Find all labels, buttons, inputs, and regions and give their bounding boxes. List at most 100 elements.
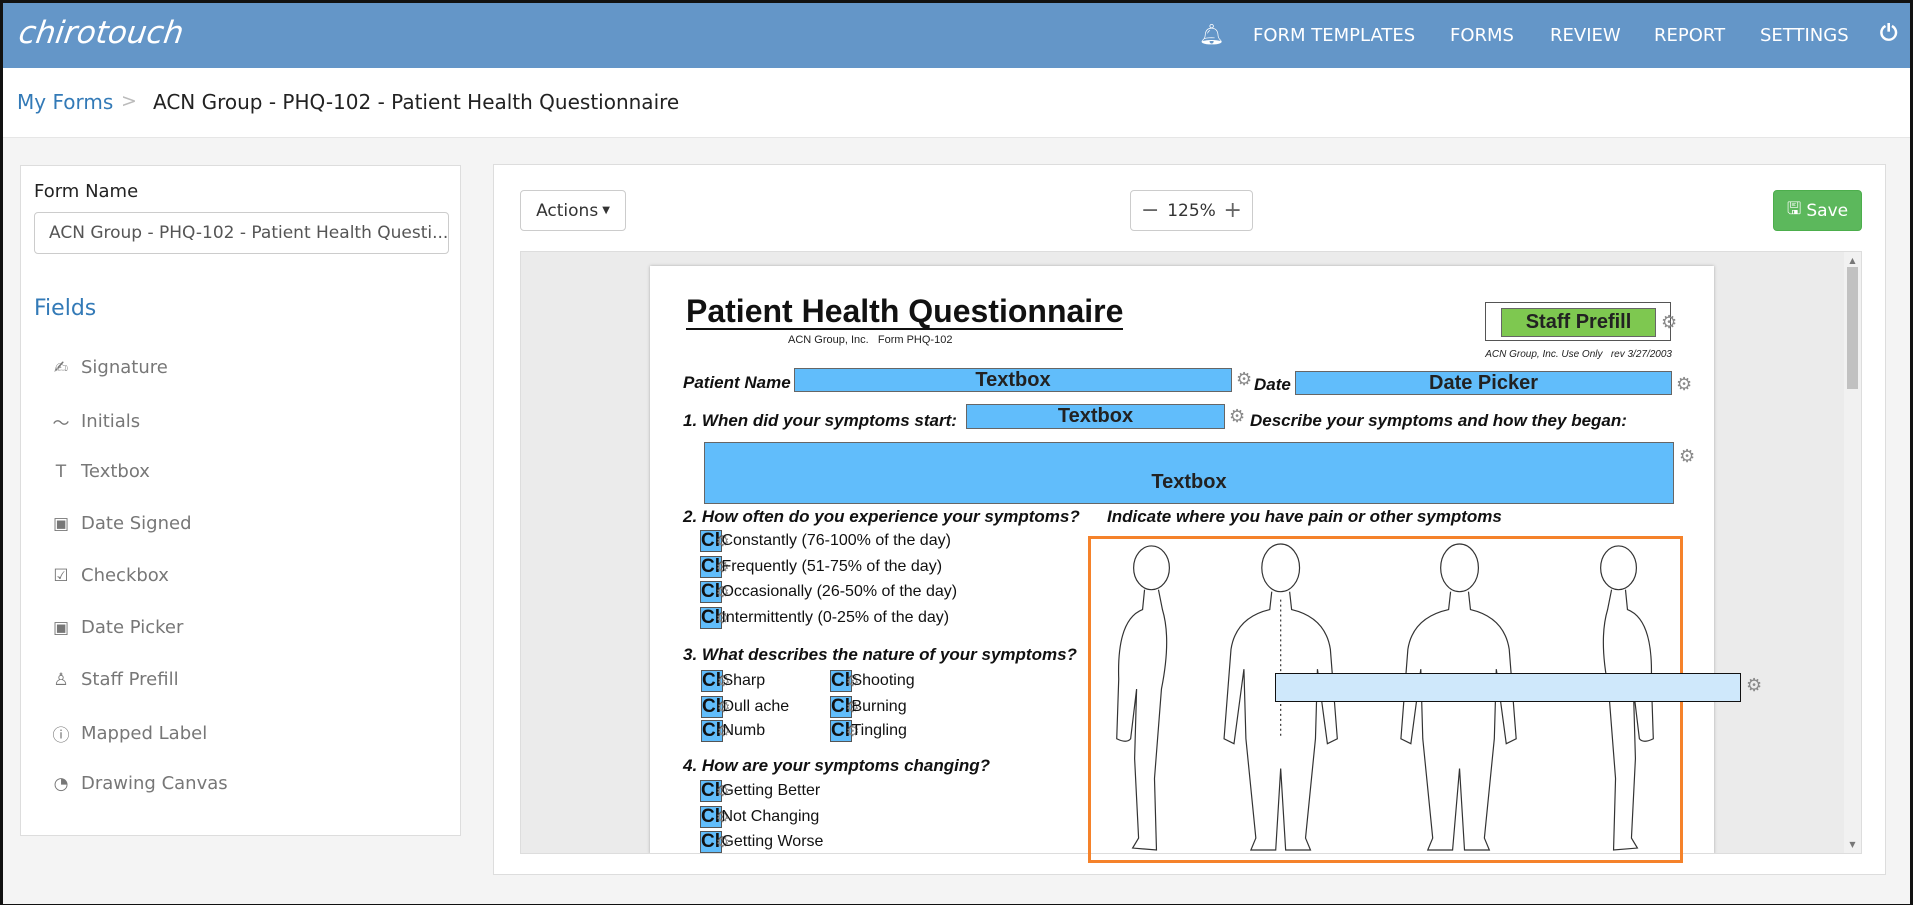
textbox-icon: T (55, 461, 67, 482)
q2-option-occasionally[interactable]: Ch⚙Occasionally (26-50% of the day) (700, 581, 957, 603)
q3-option-sharp[interactable]: Ch⚙Sharp (701, 670, 765, 692)
patient-name-textbox[interactable]: Textbox (794, 368, 1232, 392)
power-icon[interactable]: ⏻ (1880, 21, 1897, 46)
field-label: Date Signed (81, 513, 192, 534)
breadcrumb-current: ACN Group - PHQ-102 - Patient Health Que… (153, 90, 680, 114)
q3-option-burning[interactable]: Ch⚙Burning (830, 696, 907, 718)
option-label: Intermittently (0-25% of the day) (721, 609, 950, 626)
field-mapped-label[interactable]: ⓘ Mapped Label (51, 721, 208, 746)
breadcrumb-my-forms[interactable]: My Forms (17, 90, 113, 114)
field-label: Signature (81, 357, 168, 378)
q1-label: 1. When did your symptoms start: (683, 411, 957, 430)
q4-option-getting-better[interactable]: Ch⚙Getting Better (700, 780, 820, 802)
describe-textbox[interactable]: Textbox (704, 442, 1674, 504)
form-name-input[interactable]: ACN Group - PHQ-102 - Patient Health Que… (34, 212, 449, 254)
symptoms-start-textbox[interactable]: Textbox (966, 404, 1225, 429)
option-label: Not Changing (721, 808, 820, 825)
scroll-up-icon[interactable]: ▲ (1844, 256, 1861, 265)
q3-option-numb[interactable]: Ch⚙Numb (701, 720, 765, 742)
zoom-in-button[interactable]: + (1224, 198, 1242, 223)
fields-heading: Fields (34, 296, 97, 321)
save-label: Save (1806, 200, 1849, 221)
date-picker-field[interactable]: Date Picker (1295, 371, 1672, 395)
q4-option-getting-worse[interactable]: Ch⚙Getting Worse (700, 831, 823, 853)
field-checkbox[interactable]: ☑ Checkbox (51, 565, 169, 586)
field-initials[interactable]: 〜 Initials (51, 409, 141, 434)
selected-field[interactable] (1275, 673, 1741, 702)
top-navbar: chirotouch 🔔︎ FORM TEMPLATES FORMS REVIE… (3, 3, 1910, 68)
gear-icon[interactable]: ⚙ (1676, 375, 1692, 393)
field-label: Mapped Label (81, 723, 208, 744)
checkbox-icon: ☑ (53, 565, 69, 586)
form-subtitle: ACN Group, Inc. Form PHQ-102 (788, 334, 953, 346)
option-label: Occasionally (26-50% of the day) (721, 583, 958, 600)
q3-option-tingling[interactable]: Ch⚙Tingling (830, 720, 907, 742)
option-label: Numb (722, 722, 766, 739)
gear-icon[interactable]: ⚙ (1236, 370, 1252, 388)
nav-settings[interactable]: SETTINGS (1760, 25, 1849, 46)
user-icon: ♙ (53, 669, 69, 690)
initials-icon: 〜 (52, 414, 70, 434)
field-label: Drawing Canvas (81, 773, 228, 794)
q2-option-constantly[interactable]: Ch⚙Constantly (76-100% of the day) (700, 530, 951, 552)
q2-option-frequently[interactable]: Ch⚙Frequently (51-75% of the day) (700, 556, 942, 578)
form-name-label: Form Name (34, 181, 139, 202)
describe-label: Describe your symptoms and how they bega… (1250, 411, 1627, 430)
breadcrumb: My Forms > ACN Group - PHQ-102 - Patient… (3, 68, 1910, 138)
indicate-pain-label: Indicate where you have pain or other sy… (1107, 507, 1502, 526)
scrollbar-thumb[interactable] (1847, 267, 1858, 389)
gear-icon[interactable]: ⚙ (1661, 313, 1677, 331)
field-label: Textbox (81, 461, 150, 482)
left-panel: Form Name ACN Group - PHQ-102 - Patient … (20, 165, 461, 836)
field-date-signed[interactable]: ▣ Date Signed (51, 513, 192, 534)
option-label: Dull ache (722, 698, 790, 715)
nav-form-templates[interactable]: FORM TEMPLATES (1253, 25, 1415, 46)
gear-icon[interactable]: ⚙ (1679, 447, 1695, 465)
q3-option-dull-ache[interactable]: Ch⚙Dull ache (701, 696, 789, 718)
option-label: Sharp (722, 672, 766, 689)
calendar-icon: ▣ (52, 513, 70, 534)
caret-down-icon: ▼ (602, 205, 610, 216)
palette-icon: ◔ (53, 773, 69, 794)
q2-option-intermittently[interactable]: Ch⚙Intermittently (0-25% of the day) (700, 607, 949, 629)
form-title: Patient Health Questionnaire (686, 293, 1124, 330)
scroll-down-icon[interactable]: ▼ (1844, 840, 1861, 849)
field-label: Initials (81, 411, 141, 432)
patient-name-label: Patient Name (683, 373, 791, 392)
field-label: Date Picker (81, 617, 184, 638)
zoom-out-button[interactable]: − (1141, 198, 1159, 223)
info-icon: ⓘ (52, 726, 70, 746)
option-label: Frequently (51-75% of the day) (721, 558, 943, 575)
option-label: Getting Better (721, 782, 821, 799)
field-textbox[interactable]: T Textbox (51, 461, 150, 482)
nav-forms[interactable]: FORMS (1450, 25, 1514, 46)
save-button[interactable]: 🖫 Save (1773, 190, 1862, 231)
q4-label: 4. How are your symptoms changing? (683, 756, 991, 775)
field-label: Staff Prefill (81, 669, 179, 690)
breadcrumb-separator: > (121, 90, 137, 112)
date-label: Date (1254, 375, 1291, 394)
signature-icon: ✍ (53, 357, 69, 378)
option-label: Tingling (851, 722, 907, 739)
zoom-control: − 125% + (1130, 190, 1253, 231)
option-label: Constantly (76-100% of the day) (721, 532, 951, 549)
actions-label: Actions (536, 200, 599, 221)
option-label: Shooting (851, 672, 915, 689)
bell-icon[interactable]: 🔔︎ (1199, 22, 1224, 46)
vertical-scrollbar[interactable]: ▲ ▼ (1844, 252, 1861, 853)
gear-icon[interactable]: ⚙ (1229, 407, 1245, 425)
field-signature[interactable]: ✍ Signature (51, 357, 168, 378)
gear-icon[interactable]: ⚙ (1746, 677, 1762, 695)
actions-dropdown[interactable]: Actions ▼ (520, 190, 626, 231)
option-label: Getting Worse (721, 833, 824, 850)
field-staff-prefill[interactable]: ♙ Staff Prefill (51, 669, 179, 690)
q4-option-not-changing[interactable]: Ch⚙Not Changing (700, 806, 819, 828)
chirotouch-logo[interactable]: chirotouch (16, 15, 186, 51)
nav-report[interactable]: REPORT (1654, 25, 1725, 46)
use-only-note: ACN Group, Inc. Use Only rev 3/27/2003 (1485, 349, 1672, 360)
field-drawing-canvas[interactable]: ◔ Drawing Canvas (51, 773, 228, 794)
q3-option-shooting[interactable]: Ch⚙Shooting (830, 670, 915, 692)
nav-review[interactable]: REVIEW (1550, 25, 1621, 46)
staff-prefill-field[interactable]: Staff Prefill (1501, 308, 1656, 337)
field-date-picker[interactable]: ▣ Date Picker (51, 617, 183, 638)
